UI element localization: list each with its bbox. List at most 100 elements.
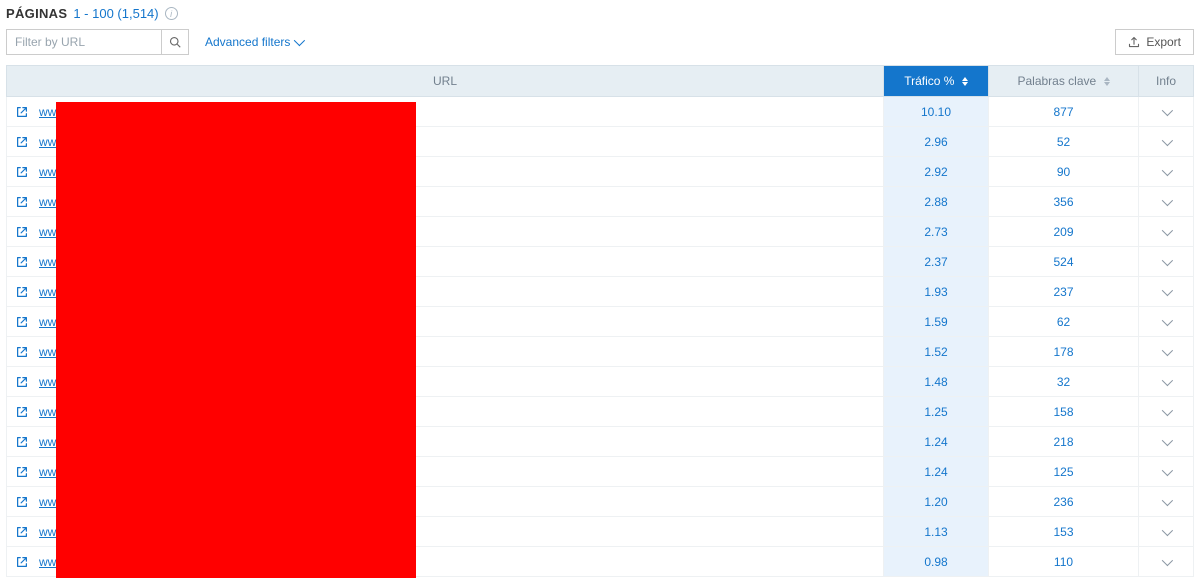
traffic-cell[interactable]: 1.24 bbox=[884, 427, 989, 457]
info-icon[interactable]: i bbox=[165, 7, 178, 20]
external-link-icon[interactable] bbox=[15, 345, 29, 359]
sort-icon bbox=[962, 77, 968, 86]
traffic-cell[interactable]: 10.10 bbox=[884, 97, 989, 127]
expand-cell[interactable] bbox=[1139, 397, 1194, 427]
keywords-cell[interactable]: 125 bbox=[989, 457, 1139, 487]
expand-cell[interactable] bbox=[1139, 457, 1194, 487]
external-link-icon[interactable] bbox=[15, 105, 29, 119]
chevron-down-icon bbox=[1162, 374, 1173, 385]
external-link-icon[interactable] bbox=[15, 165, 29, 179]
external-link-icon[interactable] bbox=[15, 495, 29, 509]
advanced-filters-link[interactable]: Advanced filters bbox=[205, 35, 302, 49]
filter-wrap bbox=[6, 29, 189, 55]
expand-cell[interactable] bbox=[1139, 127, 1194, 157]
export-button[interactable]: Export bbox=[1115, 29, 1194, 55]
keywords-cell[interactable]: 236 bbox=[989, 487, 1139, 517]
expand-cell[interactable] bbox=[1139, 367, 1194, 397]
expand-cell[interactable] bbox=[1139, 187, 1194, 217]
traffic-cell[interactable]: 1.13 bbox=[884, 517, 989, 547]
chevron-down-icon bbox=[1162, 554, 1173, 565]
expand-cell[interactable] bbox=[1139, 247, 1194, 277]
chevron-down-icon bbox=[1162, 254, 1173, 265]
col-keywords[interactable]: Palabras clave bbox=[989, 66, 1139, 97]
expand-cell[interactable] bbox=[1139, 157, 1194, 187]
keywords-cell[interactable]: 158 bbox=[989, 397, 1139, 427]
chevron-down-icon bbox=[1162, 314, 1173, 325]
external-link-icon[interactable] bbox=[15, 315, 29, 329]
redaction-overlay bbox=[56, 102, 416, 578]
keywords-cell[interactable]: 218 bbox=[989, 427, 1139, 457]
chevron-down-icon bbox=[1162, 434, 1173, 445]
table-header-row: URL Tráfico % Palabras clave Info bbox=[7, 66, 1194, 97]
traffic-cell[interactable]: 2.37 bbox=[884, 247, 989, 277]
keywords-cell[interactable]: 52 bbox=[989, 127, 1139, 157]
expand-cell[interactable] bbox=[1139, 337, 1194, 367]
keywords-cell[interactable]: 153 bbox=[989, 517, 1139, 547]
toolbar: Advanced filters Export bbox=[6, 29, 1194, 55]
external-link-icon[interactable] bbox=[15, 405, 29, 419]
chevron-down-icon bbox=[1162, 164, 1173, 175]
expand-cell[interactable] bbox=[1139, 547, 1194, 577]
export-icon bbox=[1128, 36, 1140, 48]
filter-url-input[interactable] bbox=[6, 29, 161, 55]
external-link-icon[interactable] bbox=[15, 255, 29, 269]
heading-range: 1 - 100 (1,514) bbox=[73, 6, 158, 21]
external-link-icon[interactable] bbox=[15, 435, 29, 449]
keywords-cell[interactable]: 237 bbox=[989, 277, 1139, 307]
traffic-cell[interactable]: 2.96 bbox=[884, 127, 989, 157]
traffic-cell[interactable]: 1.59 bbox=[884, 307, 989, 337]
external-link-icon[interactable] bbox=[15, 285, 29, 299]
traffic-cell[interactable]: 0.98 bbox=[884, 547, 989, 577]
keywords-cell[interactable]: 356 bbox=[989, 187, 1139, 217]
expand-cell[interactable] bbox=[1139, 427, 1194, 457]
external-link-icon[interactable] bbox=[15, 465, 29, 479]
expand-cell[interactable] bbox=[1139, 217, 1194, 247]
col-url[interactable]: URL bbox=[7, 66, 884, 97]
traffic-cell[interactable]: 1.20 bbox=[884, 487, 989, 517]
external-link-icon[interactable] bbox=[15, 225, 29, 239]
chevron-down-icon bbox=[1162, 404, 1173, 415]
export-label: Export bbox=[1146, 35, 1181, 49]
traffic-cell[interactable]: 1.48 bbox=[884, 367, 989, 397]
keywords-cell[interactable]: 90 bbox=[989, 157, 1139, 187]
page-heading: PÁGINAS 1 - 100 (1,514) i bbox=[6, 6, 1194, 21]
chevron-down-icon bbox=[1162, 494, 1173, 505]
keywords-cell[interactable]: 62 bbox=[989, 307, 1139, 337]
traffic-cell[interactable]: 2.73 bbox=[884, 217, 989, 247]
expand-cell[interactable] bbox=[1139, 487, 1194, 517]
expand-cell[interactable] bbox=[1139, 97, 1194, 127]
advanced-filters-label: Advanced filters bbox=[205, 35, 290, 49]
search-icon bbox=[169, 36, 181, 48]
external-link-icon[interactable] bbox=[15, 375, 29, 389]
chevron-down-icon bbox=[1162, 194, 1173, 205]
external-link-icon[interactable] bbox=[15, 135, 29, 149]
keywords-cell[interactable]: 209 bbox=[989, 217, 1139, 247]
external-link-icon[interactable] bbox=[15, 555, 29, 569]
chevron-down-icon bbox=[1162, 464, 1173, 475]
keywords-cell[interactable]: 524 bbox=[989, 247, 1139, 277]
keywords-cell[interactable]: 110 bbox=[989, 547, 1139, 577]
traffic-cell[interactable]: 2.92 bbox=[884, 157, 989, 187]
col-info: Info bbox=[1139, 66, 1194, 97]
expand-cell[interactable] bbox=[1139, 277, 1194, 307]
expand-cell[interactable] bbox=[1139, 517, 1194, 547]
traffic-cell[interactable]: 1.93 bbox=[884, 277, 989, 307]
heading-label: PÁGINAS bbox=[6, 6, 67, 21]
col-traffic[interactable]: Tráfico % bbox=[884, 66, 989, 97]
external-link-icon[interactable] bbox=[15, 525, 29, 539]
expand-cell[interactable] bbox=[1139, 307, 1194, 337]
chevron-down-icon bbox=[294, 35, 305, 46]
traffic-cell[interactable]: 1.25 bbox=[884, 397, 989, 427]
chevron-down-icon bbox=[1162, 524, 1173, 535]
external-link-icon[interactable] bbox=[15, 195, 29, 209]
traffic-cell[interactable]: 2.88 bbox=[884, 187, 989, 217]
traffic-cell[interactable]: 1.24 bbox=[884, 457, 989, 487]
keywords-cell[interactable]: 178 bbox=[989, 337, 1139, 367]
keywords-cell[interactable]: 877 bbox=[989, 97, 1139, 127]
filter-search-button[interactable] bbox=[161, 29, 189, 55]
traffic-cell[interactable]: 1.52 bbox=[884, 337, 989, 367]
chevron-down-icon bbox=[1162, 284, 1173, 295]
chevron-down-icon bbox=[1162, 134, 1173, 145]
chevron-down-icon bbox=[1162, 104, 1173, 115]
keywords-cell[interactable]: 32 bbox=[989, 367, 1139, 397]
